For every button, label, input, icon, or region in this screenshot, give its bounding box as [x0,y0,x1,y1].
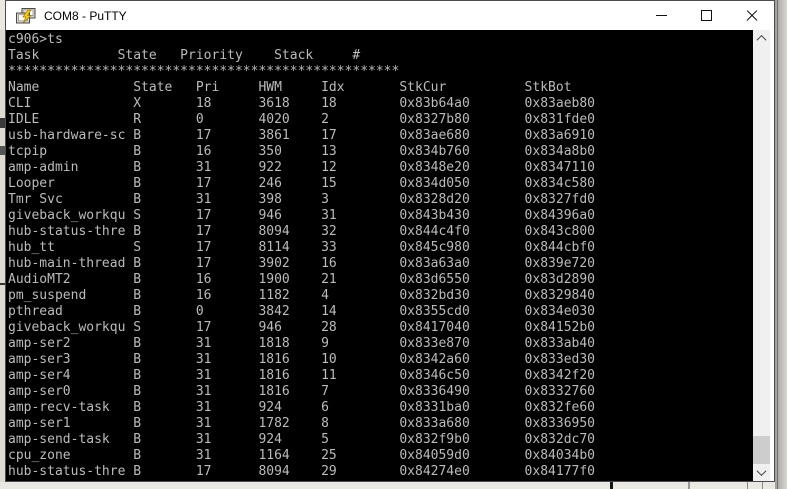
minimize-button[interactable] [639,1,684,30]
title-bar[interactable]: COM8 - PuTTY [6,1,774,30]
separator-line: ****************************************… [8,64,400,79]
task-row: amp-admin B 31 922 12 0x8348e20 0x834711… [8,160,595,175]
background-artifact [747,482,748,489]
scrollbar-track[interactable] [753,47,770,464]
task-row: AudioMT2 B 16 1900 21 0x83d6550 0x83d289… [8,272,595,287]
background-window-edge-right [775,0,787,489]
prompt-line: c906>ts [8,32,63,47]
maximize-icon [701,10,712,21]
task-row: giveback_workqu S 17 946 28 0x8417040 0x… [8,320,595,335]
task-row: tcpip B 16 350 13 0x834b760 0x834a8b0 [8,144,595,159]
terminal-screen[interactable]: c906>ts Task State Priority Stack # ******… [6,30,753,481]
scroll-down-button[interactable] [753,464,770,481]
task-summary-header: Task State Priority Stack # [8,48,361,63]
task-row: amp-ser4 B 31 1816 11 0x8346c50 0x8342f2… [8,368,595,383]
scroll-down-icon [756,466,767,477]
task-row: giveback_workqu S 17 946 31 0x843b430 0x… [8,208,595,223]
task-row: hub-status-thre B 17 8094 29 0x84274e0 0… [8,464,595,479]
window-content: c906>ts Task State Priority Stack # ******… [6,30,774,481]
task-row: pthread B 0 3842 14 0x8355cd0 0x834e030 [8,304,595,319]
task-row: hub_tt S 17 8114 33 0x845c980 0x844cbf0 [8,240,595,255]
scroll-up-button[interactable] [753,30,770,47]
task-row: amp-ser1 B 31 1782 8 0x833a680 0x8336950 [8,416,595,431]
putty-icon[interactable] [16,7,36,24]
task-row: IDLE R 0 4020 2 0x8327b80 0x831fde0 [8,112,595,127]
background-artifact [688,482,690,489]
background-artifact [610,481,613,489]
task-row: pm_suspend B 16 1182 4 0x832bd30 0x83298… [8,288,595,303]
task-row: amp-recv-task B 31 924 6 0x8331ba0 0x832… [8,400,595,415]
scroll-up-icon [756,34,767,45]
task-row: hub-main-thread B 17 3902 16 0x83a63a0 0… [8,256,595,271]
task-row: Looper B 17 246 15 0x834d050 0x834c580 [8,176,595,191]
window-right-edge [770,30,774,481]
putty-window: COM8 - PuTTY c906>ts Task State Priority … [5,0,775,482]
background-window-edge-bottom [0,482,787,489]
window-title: COM8 - PuTTY [44,8,127,23]
task-row: Tmr Svc B 31 398 3 0x8328d20 0x8327fd0 [8,192,595,207]
maximize-button[interactable] [684,1,729,30]
task-row: amp-ser2 B 31 1818 9 0x833e870 0x833ab40 [8,336,595,351]
task-row: usb-hardware-sc B 17 3861 17 0x83ae680 0… [8,128,595,143]
scrollbar-thumb[interactable] [753,436,770,464]
close-icon [746,10,758,22]
table-header: Name State Pri HWM Idx StkCur StkBot [8,80,572,95]
background-window-border [777,0,778,489]
minimize-icon [656,15,667,16]
task-row: hub-status-thre B 17 8094 32 0x844c4f0 0… [8,224,595,239]
scrollbar[interactable] [753,30,770,481]
task-row: amp-send-task B 31 924 5 0x832f9b0 0x832… [8,432,595,447]
screen: COM8 - PuTTY c906>ts Task State Priority … [0,0,787,489]
task-row: amp-ser0 B 31 1816 7 0x8336490 0x8332760 [8,384,595,399]
task-row: CLI X 18 3618 18 0x83b64a0 0x83aeb80 [8,96,595,111]
background-artifact [762,482,763,489]
window-controls [639,1,774,30]
close-button[interactable] [729,1,774,30]
task-row: cpu_zone B 31 1164 25 0x84059d0 0x84034b… [8,448,595,463]
task-row: amp-ser3 B 31 1816 10 0x8342a60 0x833ed3… [8,352,595,367]
